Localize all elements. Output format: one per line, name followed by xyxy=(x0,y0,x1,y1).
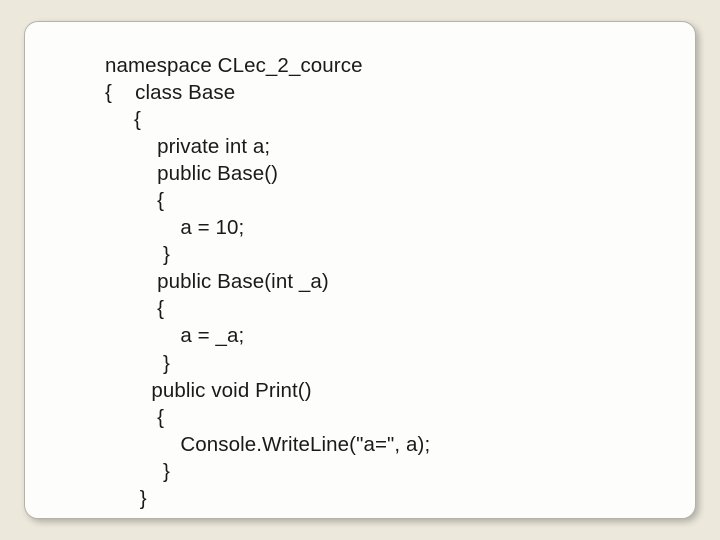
code-line: Console.WriteLine("a=", a); xyxy=(105,433,430,456)
code-line: a = 10; xyxy=(105,216,244,239)
code-line: { xyxy=(105,406,164,429)
code-card: namespace CLec_2_cource { class Base { p… xyxy=(24,21,696,519)
code-line: private int a; xyxy=(105,135,270,158)
code-line: } xyxy=(105,460,170,483)
code-block: namespace CLec_2_cource { class Base { p… xyxy=(105,52,667,512)
code-line: } xyxy=(105,243,170,266)
code-line: { class Base xyxy=(105,81,235,104)
code-line: } xyxy=(105,487,147,510)
code-line: a = _a; xyxy=(105,324,244,347)
code-line: public void Print() xyxy=(105,379,312,402)
code-line: public Base(int _a) xyxy=(105,270,329,293)
code-line: { xyxy=(105,297,164,320)
code-line: } xyxy=(105,352,170,375)
code-line: public Base() xyxy=(105,162,278,185)
code-line: { xyxy=(105,189,164,212)
code-line: { xyxy=(105,108,141,131)
code-line: namespace CLec_2_cource xyxy=(105,54,363,77)
